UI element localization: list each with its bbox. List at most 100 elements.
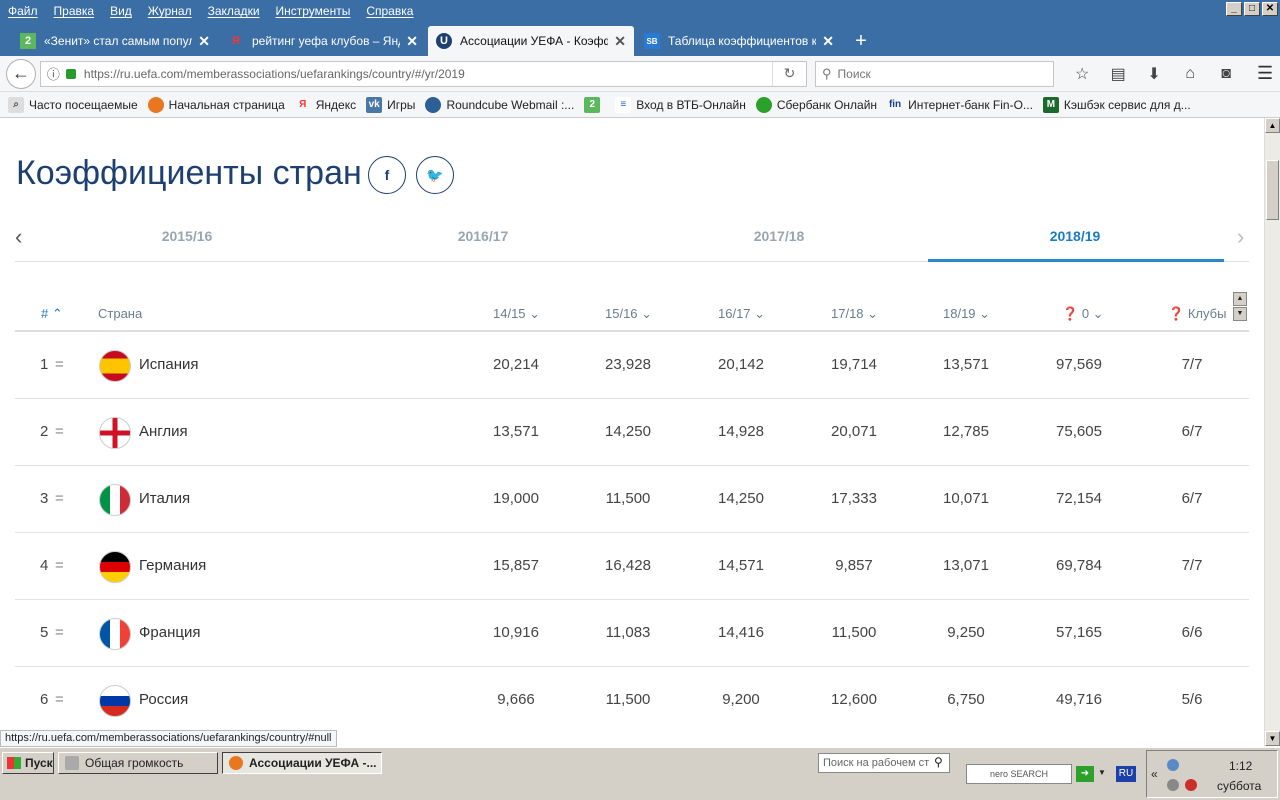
scroll-up-arrow-icon[interactable]: ▲ <box>1233 292 1247 306</box>
maximize-button[interactable]: □ <box>1244 2 1260 16</box>
bookmark-games[interactable]: vk Игры <box>366 96 415 113</box>
scroll-up-arrow-icon[interactable]: ▲ <box>1265 118 1280 133</box>
col-country[interactable]: Страна <box>98 306 142 321</box>
scroll-down-arrow-icon[interactable]: ▼ <box>1233 307 1247 321</box>
tab-zenit[interactable]: 2 «Зенит» стал самым популя... ✕ <box>12 26 218 56</box>
taskbar-firefox[interactable]: Ассоциации УЕФА -... <box>222 752 382 774</box>
menu-bookmarks[interactable]: Закладки <box>200 4 268 18</box>
col-total[interactable]: ❓ 0 ⌄ <box>1062 306 1104 322</box>
reading-list-icon[interactable]: ▤ <box>1100 60 1136 88</box>
tab-sportbox[interactable]: SB Таблица коэффициентов кл... ✕ <box>636 26 842 56</box>
menu-icon[interactable]: ☰ <box>1250 60 1280 88</box>
tab-season-2017-18[interactable]: 2017/18 <box>631 228 927 244</box>
taskbar-volume[interactable]: Общая громкость <box>58 752 218 774</box>
chevron-down-icon: ⌄ <box>1092 306 1104 321</box>
bookmark-frequent[interactable]: ⌕ Часто посещаемые <box>8 96 138 113</box>
menu-tools[interactable]: Инструменты <box>268 4 359 18</box>
table-row[interactable]: 2 = Англия 13,571 14,250 14,928 20,071 1… <box>15 399 1249 466</box>
scrollbar-thumb[interactable] <box>1266 160 1279 220</box>
menu-view[interactable]: Вид <box>102 4 140 18</box>
table-row[interactable]: 3 = Италия 19,000 11,500 14,250 17,333 1… <box>15 466 1249 533</box>
row-country[interactable]: Германия <box>139 557 206 574</box>
info-icon[interactable]: ⓘ <box>47 64 60 83</box>
download-icon[interactable]: ⬇ <box>1136 60 1172 88</box>
tab-season-2016-17[interactable]: 2016/17 <box>335 228 631 244</box>
pocket-icon[interactable]: ◙ <box>1208 60 1244 88</box>
table-row[interactable]: 6 = Россия 9,666 11,500 9,200 12,600 6,7… <box>15 667 1249 730</box>
new-tab-icon[interactable]: + <box>844 26 878 56</box>
row-country[interactable]: Испания <box>139 356 199 373</box>
search-input[interactable] <box>837 66 1038 81</box>
row-country[interactable]: Италия <box>139 490 190 507</box>
table-row[interactable]: 4 = Германия 15,857 16,428 14,571 9,857 … <box>15 533 1249 600</box>
scroll-down-arrow-icon[interactable]: ▼ <box>1265 731 1280 746</box>
nero-search-input[interactable]: nero SEARCH <box>966 764 1072 784</box>
menu-file[interactable]: Файл <box>0 4 46 18</box>
url-text[interactable]: https://ru.uefa.com/memberassociations/u… <box>84 67 465 81</box>
col-season-16-17[interactable]: 16/17 ⌄ <box>718 306 765 322</box>
speaker-icon[interactable] <box>1167 779 1179 791</box>
bookmark-yandex[interactable]: Я Яндекс <box>295 97 356 113</box>
go-arrow-icon[interactable]: ➜ <box>1076 766 1094 782</box>
twitter-icon[interactable]: 🐦 <box>416 156 454 194</box>
col-season-17-18[interactable]: 17/18 ⌄ <box>831 306 878 322</box>
col-clubs[interactable]: ❓ Клубы <box>1168 306 1226 322</box>
row-rank: 5 <box>40 624 49 641</box>
help-icon[interactable]: ❓ <box>1168 306 1184 321</box>
close-tab-icon[interactable]: ✕ <box>614 33 626 50</box>
tab-season-2018-19[interactable]: 2018/19 <box>927 228 1223 244</box>
language-indicator[interactable]: RU <box>1116 766 1136 782</box>
row-value: 17,333 <box>831 490 877 507</box>
facebook-icon[interactable]: f <box>368 156 406 194</box>
close-tab-icon[interactable]: ✕ <box>198 33 210 50</box>
bookmark-cashback[interactable]: M Кэшбэк сервис для д... <box>1042 96 1191 113</box>
row-value: 9,857 <box>835 557 873 574</box>
row-country[interactable]: Россия <box>139 691 188 708</box>
menu-help[interactable]: Справка <box>358 4 421 18</box>
bookmark-zenit[interactable]: 2 <box>584 96 605 113</box>
col-rank[interactable]: # ⌃ <box>41 306 63 322</box>
start-button[interactable]: Пуск <box>2 752 54 774</box>
tab-yandex[interactable]: Я рейтинг уефа клубов – Янде... ✕ <box>220 26 426 56</box>
bookmark-star-icon[interactable]: ☆ <box>1064 60 1100 88</box>
bookmark-fin[interactable]: fin Интернет-банк Fin-O... <box>887 97 1033 113</box>
help-icon[interactable]: ❓ <box>1062 306 1078 321</box>
row-rank: 6 <box>40 691 49 708</box>
antivirus-icon[interactable] <box>1185 779 1197 791</box>
home-icon[interactable]: ⌂ <box>1172 60 1208 88</box>
col-season-18-19[interactable]: 18/19 ⌄ <box>943 306 990 322</box>
menu-edit[interactable]: Правка <box>46 4 103 18</box>
tab-season-2015-16[interactable]: 2015/16 <box>39 228 335 244</box>
network-icon[interactable] <box>1167 759 1179 771</box>
magnifier-icon[interactable]: ⚲ <box>934 755 943 769</box>
desktop-search-input[interactable]: Поиск на рабочем ст <box>818 753 950 773</box>
bookmark-vtb[interactable]: ≡ Вход в ВТБ-Онлайн <box>615 96 746 113</box>
tab-favicon: 2 <box>20 33 36 49</box>
bookmark-roundcube[interactable]: Roundcube Webmail :... <box>425 96 574 113</box>
row-country[interactable]: Франция <box>139 624 200 641</box>
close-tab-icon[interactable]: ✕ <box>822 33 834 50</box>
tray-expand-icon[interactable]: « <box>1151 767 1158 781</box>
tab-uefa[interactable]: U Ассоциации УЕФА - Коэфф... ✕ <box>428 26 634 56</box>
row-country[interactable]: Англия <box>139 423 188 440</box>
dropdown-icon[interactable]: ▼ <box>1098 768 1106 777</box>
col-season-15-16[interactable]: 15/16 ⌄ <box>605 306 652 322</box>
prev-season-arrow-icon[interactable]: ‹ <box>15 224 22 250</box>
bookmark-home[interactable]: Начальная страница <box>147 96 285 113</box>
url-bar[interactable]: ⓘ https://ru.uefa.com/memberassociations… <box>39 60 807 87</box>
col-season-14-15[interactable]: 14/15 ⌄ <box>493 306 540 322</box>
page-scrollbar[interactable]: ▲ ▼ <box>1264 118 1280 746</box>
reload-icon[interactable]: ↻ <box>772 61 806 86</box>
close-window-button[interactable]: ✕ <box>1262 2 1278 16</box>
close-tab-icon[interactable]: ✕ <box>406 33 418 50</box>
menu-history[interactable]: Журнал <box>140 4 200 18</box>
tab-bar: 2 «Зенит» стал самым популя... ✕ Я рейти… <box>0 22 1280 56</box>
table-row[interactable]: 1 = Испания 20,214 23,928 20,142 19,714 … <box>15 332 1249 399</box>
search-bar[interactable]: ⚲ <box>815 60 1055 87</box>
fin-icon: fin <box>888 99 902 110</box>
minimize-button[interactable]: _ <box>1226 2 1242 16</box>
next-season-arrow-icon[interactable]: › <box>1237 224 1244 250</box>
table-row[interactable]: 5 = Франция 10,916 11,083 14,416 11,500 … <box>15 600 1249 667</box>
back-button[interactable]: ← <box>6 58 36 89</box>
bookmark-sberbank[interactable]: Сбербанк Онлайн <box>755 96 877 113</box>
